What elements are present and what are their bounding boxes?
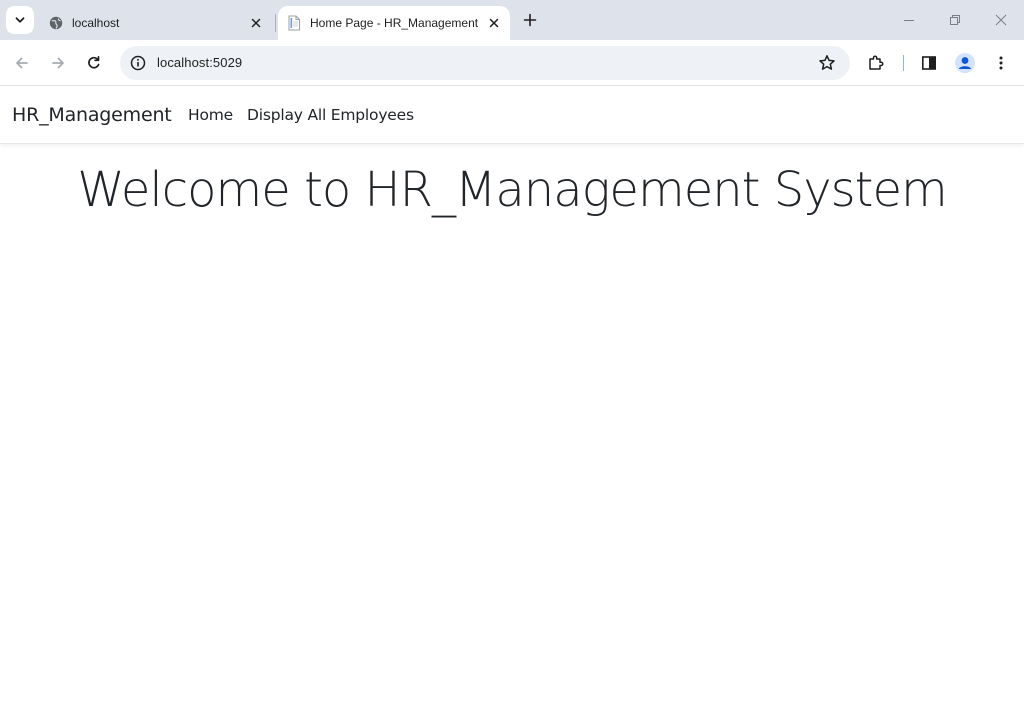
menu-button[interactable] bbox=[987, 49, 1015, 77]
profile-avatar-icon bbox=[955, 53, 975, 73]
url-text[interactable]: localhost:5029 bbox=[157, 55, 242, 70]
close-tab-icon[interactable] bbox=[246, 13, 266, 33]
tab-localhost[interactable]: localhost bbox=[40, 6, 272, 40]
arrow-right-icon bbox=[52, 57, 64, 69]
back-button[interactable] bbox=[8, 49, 36, 77]
site-info-icon[interactable] bbox=[126, 51, 150, 75]
puzzle-icon bbox=[869, 55, 884, 70]
toolbar-divider bbox=[903, 55, 904, 71]
close-tab-icon[interactable] bbox=[484, 13, 504, 33]
plus-icon bbox=[523, 13, 537, 27]
nav-link-home[interactable]: Home bbox=[188, 106, 233, 124]
forward-button[interactable] bbox=[44, 49, 72, 77]
close-window-button[interactable] bbox=[978, 0, 1024, 40]
bookmark-star-icon[interactable] bbox=[816, 52, 838, 74]
globe-icon bbox=[48, 15, 64, 31]
side-panel-button[interactable] bbox=[915, 49, 943, 77]
tab-separator bbox=[275, 14, 276, 32]
page-heading: Welcome to HR_Management System bbox=[77, 162, 948, 218]
app-navbar: HR_Management Home Display All Employees bbox=[0, 87, 1024, 144]
profile-button[interactable] bbox=[951, 49, 979, 77]
more-vertical-icon bbox=[999, 56, 1003, 70]
tab-strip: localhost Home Page - HR_Management bbox=[0, 0, 1024, 40]
address-bar[interactable]: localhost:5029 bbox=[120, 46, 850, 80]
new-tab-button[interactable] bbox=[518, 8, 542, 32]
side-panel-icon bbox=[921, 56, 936, 70]
minimize-button[interactable] bbox=[886, 0, 932, 40]
document-icon bbox=[286, 15, 302, 31]
tab-search-button[interactable] bbox=[6, 6, 34, 34]
close-icon bbox=[995, 14, 1007, 26]
arrow-left-icon bbox=[16, 57, 28, 69]
browser-toolbar: localhost:5029 bbox=[0, 40, 1024, 86]
tab-title: Home Page - HR_Management bbox=[310, 16, 479, 30]
reload-button[interactable] bbox=[80, 49, 108, 77]
nav-link-display-all-employees[interactable]: Display All Employees bbox=[247, 106, 414, 124]
extensions-button[interactable] bbox=[862, 49, 890, 77]
tab-title: localhost bbox=[72, 16, 120, 30]
reload-icon bbox=[88, 55, 100, 69]
chevron-down-icon bbox=[15, 17, 25, 23]
restore-button[interactable] bbox=[932, 0, 978, 40]
tab-home-page[interactable]: Home Page - HR_Management bbox=[278, 6, 510, 40]
minimize-icon bbox=[904, 20, 914, 21]
restore-icon bbox=[950, 15, 960, 25]
navbar-brand[interactable]: HR_Management bbox=[12, 104, 172, 126]
